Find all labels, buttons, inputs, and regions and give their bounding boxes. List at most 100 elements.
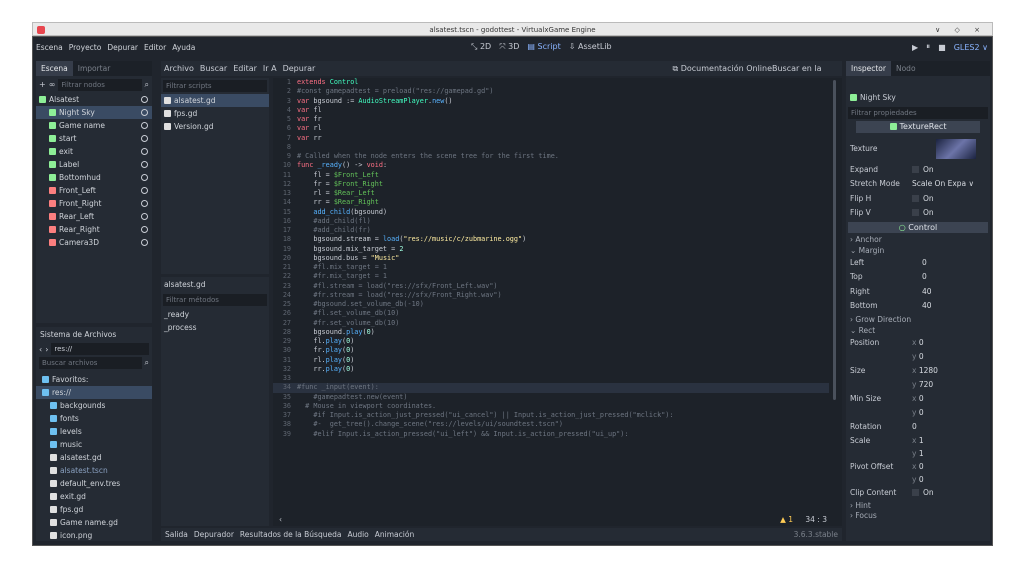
code-line[interactable]: 7 var rr [273,134,829,143]
tab-resultados[interactable]: Resultados de la Búsqueda [240,530,342,539]
rect-row[interactable]: Position x 0y 0 [846,336,990,364]
method-item[interactable]: _process [161,321,269,334]
margin-row[interactable]: Left 0 [846,256,990,271]
workspace-3d-button[interactable]: ⤧ 3D [499,42,519,52]
code-line[interactable]: 22 #fr.mix_target = 1 [273,272,829,281]
scene-node[interactable]: Rear_Left [36,210,152,223]
texture-row[interactable]: Texture [846,135,990,163]
visibility-eye-icon[interactable] [141,213,148,220]
scale-y[interactable]: 1 [919,449,924,458]
rect-y[interactable]: 720 [919,380,933,389]
tab-nodo[interactable]: Nodo [891,61,921,76]
renderer-select[interactable]: GLES2 ∨ [954,43,988,52]
pivot-y[interactable]: 0 [919,475,924,484]
fs-path-field[interactable]: res:// [51,343,149,355]
code-line[interactable]: 15 add_child(bgsound) [273,208,829,217]
script-menu-ira[interactable]: Ir A [263,64,277,73]
code-line[interactable]: 39 #elif Input.is_action_pressed("ui_lef… [273,430,829,439]
filter-properties-input[interactable]: Filtrar propiedades [848,106,988,119]
visibility-eye-icon[interactable] [141,96,148,103]
code-line[interactable]: 1 extends Control [273,78,829,87]
stretch-mode-row[interactable]: Stretch Mode Scale On Expa ∨ [846,177,990,192]
code-line[interactable]: 34 #func _input(event): [273,383,829,393]
rect-y[interactable]: 0 [919,352,924,361]
flip-v-checkbox[interactable] [912,209,919,216]
tab-inspector[interactable]: Inspector [846,61,891,76]
nav-back-icon[interactable]: ‹ [39,345,42,354]
fs-item[interactable]: Favoritos: [36,373,152,386]
code-line[interactable]: 25 #bgsound.set_volume_db(-10) [273,300,829,309]
fs-item[interactable]: icon.png [36,529,152,542]
scene-node[interactable]: Alsatest [36,93,152,106]
rotation-value[interactable]: 0 [912,420,917,435]
rect-x[interactable]: 0 [919,338,924,347]
fs-item[interactable]: backgounds [36,399,152,412]
workspace-script-button[interactable]: ▤ Script [527,42,560,52]
script-item[interactable]: fps.gd [161,107,269,120]
tab-audio[interactable]: Audio [347,530,368,539]
margin-row[interactable]: Right 40 [846,285,990,300]
nav-forward-icon[interactable]: › [45,345,48,354]
expand-checkbox[interactable] [912,165,919,173]
filter-nodes-input[interactable]: Filtrar nodos [58,78,142,91]
menu-editor[interactable]: Editor [141,43,169,52]
inspector-node-row[interactable]: Night Sky [846,91,990,106]
rect-y[interactable]: 0 [919,408,924,417]
tab-escena[interactable]: Escena [36,61,73,76]
fs-item[interactable]: Game name.gd [36,516,152,529]
rotation-row[interactable]: Rotation 0 [846,420,990,435]
method-item[interactable]: _ready [161,308,269,321]
scene-node[interactable]: Camera3D [36,236,152,249]
visibility-eye-icon[interactable] [141,226,148,233]
margin-value[interactable]: 40 [922,299,932,314]
rect-x[interactable]: 0 [919,394,924,403]
visibility-eye-icon[interactable] [141,187,148,194]
link-icon[interactable]: ∞ [49,80,56,89]
search-icon[interactable]: ⌕ [145,358,149,368]
code-line[interactable]: 23 #fl.stream = load("res://sfx/Front_Le… [273,282,829,291]
rect-row[interactable]: Size x 1280 y 720 [846,364,990,392]
grow-section[interactable]: › Grow Direction [846,314,990,325]
code-line[interactable]: 24 #fr.stream = load("res://sfx/Front_Ri… [273,291,829,300]
margin-value[interactable]: 0 [922,270,927,285]
code-line[interactable]: 27 #fr.set_volume_db(10) [273,319,829,328]
doc-online-button[interactable]: ⧉ Documentación Online [672,64,772,74]
code-scrollbar[interactable] [829,78,842,526]
flip-h-row[interactable]: Flip H On [846,192,990,207]
code-line[interactable]: 38 #- get_tree().change_scene("res://lev… [273,420,829,429]
margin-row[interactable]: Top 0 [846,270,990,285]
code-line[interactable]: 36 # Mouse in viewport coordinates. [273,402,829,411]
tab-importar[interactable]: Importar [73,61,116,76]
visibility-eye-icon[interactable] [141,161,148,168]
script-menu-editar[interactable]: Editar [233,64,257,73]
scene-node[interactable]: Bottomhud [36,171,152,184]
add-node-icon[interactable]: + [39,80,46,89]
stop-button[interactable]: ■ [938,43,946,52]
code-line[interactable]: 31 rl.play(0) [273,356,829,365]
rect-row[interactable]: Min Size x 0y 0 [846,392,990,420]
code-line[interactable]: 9 # Called when the node enters the scene… [273,152,829,161]
scale-x[interactable]: 1 [919,436,924,445]
fs-item[interactable]: res:// [36,386,152,399]
anchor-section[interactable]: › Anchor [846,234,990,245]
code-line[interactable]: 28 bgsound.play(0) [273,328,829,337]
visibility-eye-icon[interactable] [141,135,148,142]
code-line[interactable]: 5 var fr [273,115,829,124]
play-button[interactable]: ▶ [912,43,918,52]
fs-item[interactable]: levels [36,425,152,438]
window-controls[interactable]: ∨ ◇ × [935,23,986,37]
code-line[interactable]: 29 fl.play(0) [273,337,829,346]
code-line[interactable]: 37 #if Input.is_action_just_pressed("ui_… [273,411,829,420]
fs-item[interactable]: alsatest.tscn [36,464,152,477]
margin-value[interactable]: 0 [922,256,927,271]
code-line[interactable]: 35 #gamepadtest.new(event) [273,393,829,402]
scroll-left-icon[interactable]: ‹ [279,515,282,524]
menu-depurar[interactable]: Depurar [104,43,141,52]
script-menu-buscar[interactable]: Buscar [200,64,227,73]
search-files-input[interactable]: Buscar archivos [39,357,142,369]
clip-checkbox[interactable] [912,489,919,496]
script-menu-archivo[interactable]: Archivo [164,64,194,73]
margin-value[interactable]: 40 [922,285,932,300]
code-line[interactable]: 32 rr.play(0) [273,365,829,374]
filter-methods-input[interactable]: Filtrar métodos [163,294,267,306]
